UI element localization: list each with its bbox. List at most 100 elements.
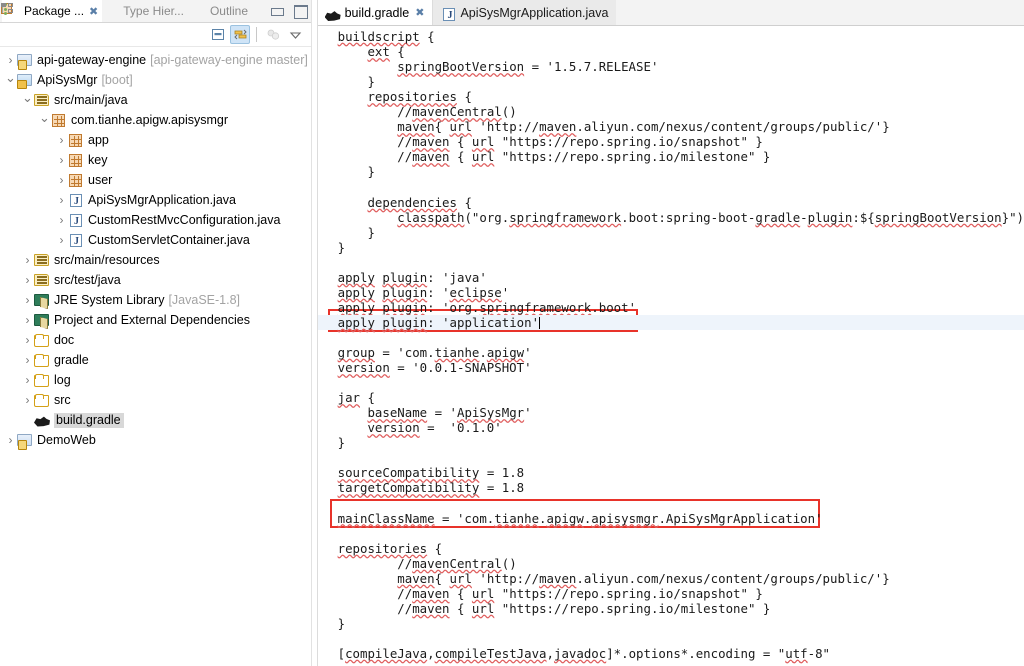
tree-item-label: key: [88, 153, 108, 167]
tree-item[interactable]: › gradle: [0, 350, 311, 370]
chevron-right-icon[interactable]: ›: [21, 374, 34, 386]
tree-item[interactable]: › JRE System Library [JavaSE-1.8]: [0, 290, 311, 310]
tree-item-label: user: [88, 173, 113, 187]
tree-item-label-wrap: ApiSysMgr [boot]: [37, 73, 133, 87]
text-cursor: [539, 316, 541, 329]
tree-item-label: Project and External Dependencies: [54, 313, 250, 327]
tree-item[interactable]: › app: [0, 130, 311, 150]
package-icon: [51, 112, 68, 128]
tree-item[interactable]: › Project and External Dependencies: [0, 310, 311, 330]
chevron-right-icon[interactable]: ›: [21, 254, 34, 266]
java-file-icon: [68, 212, 85, 228]
folder-icon: [34, 352, 51, 368]
chevron-down-icon[interactable]: ⌄: [4, 71, 17, 84]
code-line: apply plugin: 'java': [337, 269, 487, 285]
code-line: }: [337, 435, 346, 451]
tree-item-label-wrap: CustomRestMvcConfiguration.java: [88, 213, 280, 227]
view-window-buttons: [270, 4, 309, 19]
chevron-right-icon[interactable]: ›: [55, 214, 68, 226]
chevron-down-icon[interactable]: ⌄: [38, 111, 51, 124]
project-tree[interactable]: › api-gateway-engine [api-gateway-engine m…: [0, 47, 312, 666]
code-line: //mavenCentral(): [337, 555, 517, 571]
tree-item[interactable]: › src/test/java: [0, 270, 311, 290]
editor-tab-apisysmgrapplication-java[interactable]: ApiSysMgrApplication.java: [432, 0, 617, 25]
tree-item-label: src/test/java: [54, 273, 121, 287]
tree-item[interactable]: › api-gateway-engine [api-gateway-engine m…: [0, 50, 311, 70]
code-line: group = 'com.tianhe.apigw': [337, 344, 532, 360]
tree-item-label: ApiSysMgrApplication.java: [88, 193, 236, 207]
tree-item-label-wrap: log: [54, 373, 71, 387]
tree-item[interactable]: › doc: [0, 330, 311, 350]
view-tab-outline[interactable]: Outline: [1, 0, 252, 22]
chevron-right-icon[interactable]: ›: [55, 234, 68, 246]
close-icon[interactable]: ✖: [89, 5, 98, 18]
chevron-right-icon[interactable]: ›: [21, 274, 34, 286]
chevron-right-icon[interactable]: ›: [55, 154, 68, 166]
tree-item-label-wrap: src/test/java: [54, 273, 121, 287]
tree-item[interactable]: › log: [0, 370, 311, 390]
tree-item-label: app: [88, 133, 109, 147]
tree-item[interactable]: ⌄ com.tianhe.apigw.apisysmgr: [0, 110, 311, 130]
chevron-right-icon[interactable]: ›: [4, 434, 17, 446]
panel-sash[interactable]: [311, 0, 318, 666]
tree-item[interactable]: › ApiSysMgrApplication.java: [0, 190, 311, 210]
tree-item[interactable]: › src: [0, 390, 311, 410]
view-tab-label: Outline: [209, 4, 248, 18]
code-line: //maven { url "https://repo.spring.io/mi…: [337, 600, 771, 616]
tree-item[interactable]: › DemoWeb: [0, 430, 311, 450]
code-line: [compileJava,compileTestJava,javadoc]*.o…: [337, 645, 831, 661]
close-icon[interactable]: ✖: [415, 6, 424, 19]
tree-item-label-wrap: CustomServletContainer.java: [88, 233, 250, 247]
tree-item-label-wrap: key: [88, 153, 107, 167]
chevron-right-icon[interactable]: ›: [21, 314, 34, 326]
package-explorer-view: Package ... ✖ Type Hier... Outline › api…: [0, 0, 312, 666]
tree-item[interactable]: › key: [0, 150, 311, 170]
source-folder-icon: [34, 92, 51, 108]
editor-tab-build-gradle[interactable]: build.gradle ✖: [317, 0, 433, 25]
code-line: jar {: [337, 390, 375, 406]
project-icon: [17, 52, 34, 70]
maximize-icon[interactable]: [293, 4, 309, 19]
source-folder-icon: [34, 272, 51, 288]
tree-item-label: gradle: [54, 353, 89, 367]
view-tab-package-explorer[interactable]: Package ... ✖: [1, 0, 103, 22]
minimize-icon[interactable]: [270, 4, 285, 17]
tree-item[interactable]: › CustomRestMvcConfiguration.java: [0, 210, 311, 230]
chevron-down-icon[interactable]: ⌄: [21, 91, 34, 104]
view-tab-type-hierarchy[interactable]: Type Hier...: [2, 0, 188, 22]
tree-item-label: log: [54, 373, 71, 387]
tree-item[interactable]: › src/main/resources: [0, 250, 311, 270]
tree-item-label-wrap: com.tianhe.apigw.apisysmgr: [71, 113, 228, 127]
tree-item-label-wrap: src: [54, 393, 71, 407]
focus-active-task-icon[interactable]: [263, 25, 283, 44]
chevron-right-icon[interactable]: ›: [21, 334, 34, 346]
tree-item-label-wrap: gradle: [54, 353, 89, 367]
chevron-right-icon[interactable]: ›: [21, 354, 34, 366]
chevron-right-icon[interactable]: ›: [4, 54, 17, 66]
tree-item-label-wrap: app: [88, 133, 109, 147]
collapse-all-icon[interactable]: [208, 25, 228, 44]
code-line: baseName = 'ApiSysMgr': [367, 405, 532, 421]
tree-item[interactable]: › CustomServletContainer.java: [0, 230, 311, 250]
gradle-file-icon: [34, 412, 51, 428]
tree-item[interactable]: ⌄ src/main/java: [0, 90, 311, 110]
code-text-area[interactable]: buildscript { ext { springBootVersion = …: [317, 26, 1024, 666]
chevron-right-icon[interactable]: ›: [55, 174, 68, 186]
chevron-down-icon[interactable]: [285, 25, 305, 44]
chevron-right-icon[interactable]: ›: [55, 134, 68, 146]
folder-icon: [34, 332, 51, 348]
tree-item[interactable]: ⌄ ApiSysMgr [boot]: [0, 70, 311, 90]
code-line: version = '0.1.0': [367, 420, 502, 436]
chevron-right-icon[interactable]: ›: [55, 194, 68, 206]
tree-item[interactable]: › user: [0, 170, 311, 190]
link-with-editor-icon[interactable]: [230, 25, 251, 44]
tree-item-label: build.gradle: [56, 412, 121, 427]
chevron-right-icon[interactable]: ›: [21, 394, 34, 406]
chevron-right-icon[interactable]: ›: [21, 294, 34, 306]
tree-item[interactable]: build.gradle: [0, 410, 311, 430]
tree-item-label: CustomServletContainer.java: [88, 233, 250, 247]
java-file-icon: [68, 232, 85, 248]
